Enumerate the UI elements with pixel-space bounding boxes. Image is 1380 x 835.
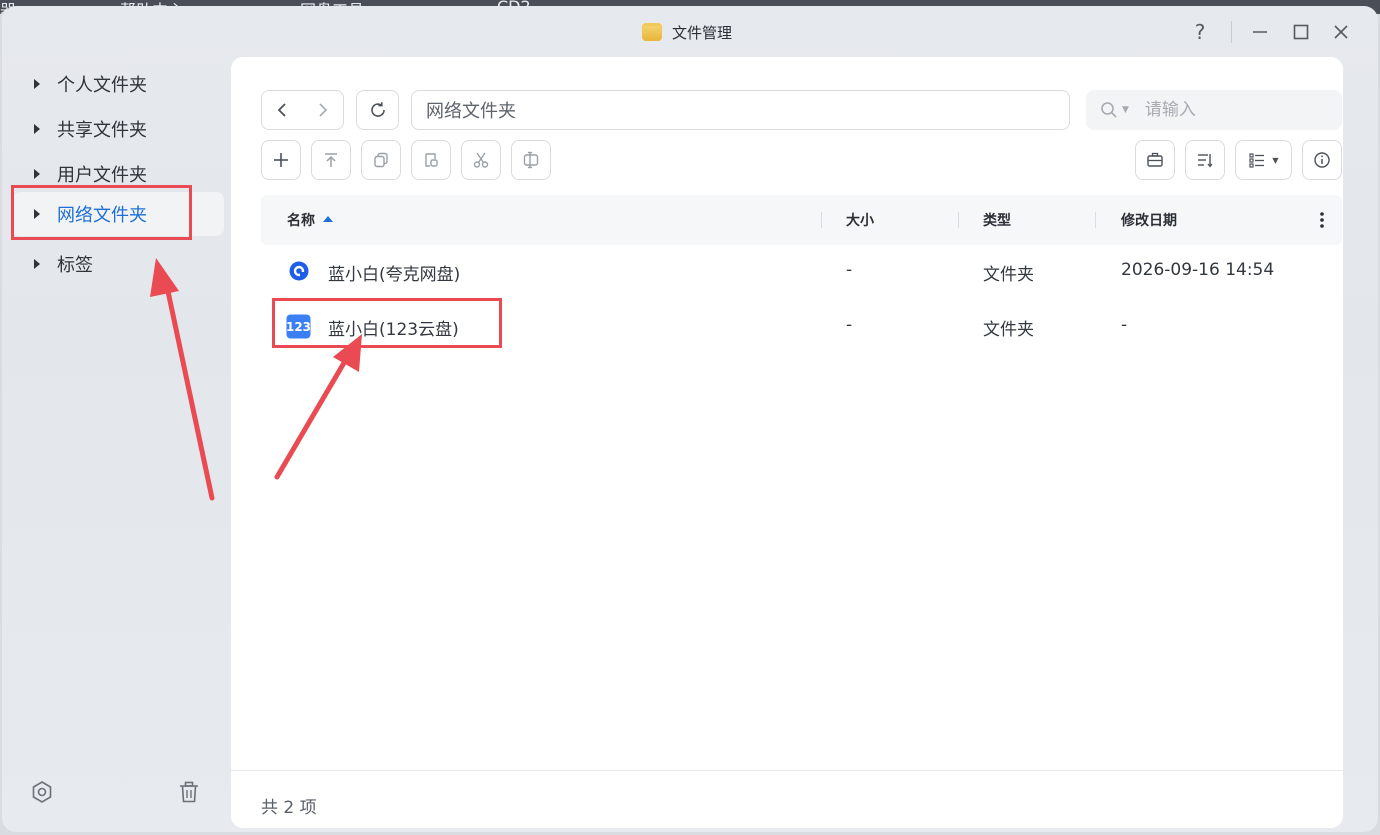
- scissors-icon: [473, 152, 489, 168]
- expand-caret-icon[interactable]: [34, 124, 40, 134]
- path-text: 网络文件夹: [426, 101, 516, 122]
- view-mode-button[interactable]: ▼: [1235, 140, 1292, 180]
- search-scope-dropdown-icon[interactable]: ▼: [1122, 105, 1129, 115]
- file-modified: 2026-09-16 14:54: [1121, 260, 1275, 280]
- sidebar: 个人文件夹 共享文件夹 用户文件夹 网络文件夹 标签: [2, 58, 230, 832]
- window-title: 文件管理: [672, 23, 733, 42]
- footer-divider: [231, 770, 1343, 771]
- refresh-icon: [370, 102, 385, 117]
- sort-button[interactable]: [1185, 140, 1225, 180]
- title-bar[interactable]: 文件管理 ?: [2, 6, 1378, 58]
- maximize-icon: [1293, 24, 1309, 40]
- table-header: 名称 大小 类型 修改日期: [261, 195, 1342, 245]
- quark-drive-icon: [288, 260, 310, 282]
- sidebar-item-label: 共享文件夹: [57, 120, 147, 141]
- file-type: 文件夹: [983, 320, 1034, 340]
- column-header-name[interactable]: 名称: [287, 210, 333, 230]
- file-type: 文件夹: [983, 265, 1034, 285]
- sidebar-item-label: 个人文件夹: [57, 75, 147, 96]
- expand-caret-icon[interactable]: [34, 79, 40, 89]
- maximize-button[interactable]: [1283, 16, 1319, 48]
- toolbox-button[interactable]: [1135, 140, 1175, 180]
- file-modified: -: [1121, 315, 1128, 335]
- upload-icon: [325, 153, 337, 167]
- caret-down-icon: ▼: [1272, 155, 1279, 165]
- sidebar-item-label: 标签: [57, 255, 93, 276]
- back-button[interactable]: [262, 91, 303, 129]
- sidebar-item-personal[interactable]: 个人文件夹: [12, 62, 224, 106]
- help-icon: ?: [1194, 20, 1206, 44]
- column-options-button[interactable]: [1319, 210, 1325, 234]
- paste-button[interactable]: [411, 140, 451, 180]
- main-panel: 网络文件夹 ▼ 请输入 ▼ 名称 大小 类型 修改日期 蓝小白(夸克网盘) - …: [231, 57, 1343, 828]
- sidebar-item-shared[interactable]: 共享文件夹: [12, 107, 224, 151]
- sidebar-item-tags[interactable]: 标签: [12, 242, 224, 286]
- upload-button[interactable]: [311, 140, 351, 180]
- search-input[interactable]: [1142, 99, 1327, 121]
- settings-button[interactable]: [29, 779, 55, 805]
- info-icon: [1314, 152, 1330, 168]
- forward-button[interactable]: [303, 91, 344, 129]
- info-button[interactable]: [1302, 140, 1342, 180]
- close-button[interactable]: [1323, 16, 1359, 48]
- path-input[interactable]: 网络文件夹: [411, 90, 1070, 130]
- column-divider[interactable]: [1095, 212, 1096, 228]
- file-manager-window: 文件管理 ? 个人文件夹 共享文件夹 用户文件夹 网络文件夹 标签 网络文件夹 …: [2, 6, 1378, 832]
- trash-button[interactable]: [176, 779, 202, 805]
- title-group: 文件管理: [642, 20, 732, 44]
- settings-icon: [32, 781, 52, 803]
- copy-button[interactable]: [361, 140, 401, 180]
- list-view-icon: [1249, 153, 1265, 168]
- item-count: 共 2 项: [261, 798, 317, 818]
- minimize-button[interactable]: [1242, 16, 1278, 48]
- new-button[interactable]: [261, 140, 301, 180]
- column-header-type[interactable]: 类型: [983, 210, 1011, 230]
- control-divider: [1231, 21, 1232, 43]
- cut-button[interactable]: [461, 140, 501, 180]
- table-row[interactable]: 蓝小白(夸克网盘) - 文件夹 2026-09-16 14:54: [261, 245, 1342, 299]
- refresh-button[interactable]: [356, 90, 399, 130]
- copy-icon: [374, 152, 388, 168]
- rename-icon: [523, 151, 539, 169]
- expand-caret-icon[interactable]: [34, 259, 40, 269]
- minimize-icon: [1253, 31, 1267, 33]
- column-header-modified[interactable]: 修改日期: [1121, 210, 1177, 230]
- column-divider[interactable]: [958, 212, 959, 228]
- expand-caret-icon[interactable]: [34, 169, 40, 179]
- column-divider[interactable]: [821, 212, 822, 228]
- column-header-size[interactable]: 大小: [846, 210, 874, 230]
- file-size: -: [846, 260, 853, 280]
- plus-icon: [274, 153, 288, 167]
- folder-app-icon: [642, 23, 662, 41]
- sidebar-item-label: 用户文件夹: [57, 165, 147, 186]
- close-icon: [1334, 25, 1348, 39]
- file-name: 蓝小白(夸克网盘): [328, 265, 461, 285]
- paste-icon: [425, 153, 438, 167]
- search-icon: [1100, 101, 1118, 119]
- sort-ascending-icon: [323, 216, 333, 222]
- help-button[interactable]: ?: [1182, 16, 1218, 48]
- chevron-left-icon: [277, 103, 286, 117]
- highlight-box-network-folder: [11, 185, 192, 240]
- highlight-box-123-pan: [272, 298, 502, 348]
- more-vertical-icon: [1320, 212, 1324, 228]
- nav-button-group: [261, 90, 344, 130]
- sort-icon: [1198, 154, 1213, 168]
- chevron-right-icon: [319, 103, 328, 117]
- file-size: -: [846, 315, 853, 335]
- briefcase-icon: [1147, 152, 1163, 167]
- rename-button[interactable]: [511, 140, 551, 180]
- search-box[interactable]: ▼: [1086, 90, 1342, 130]
- trash-icon: [180, 781, 198, 803]
